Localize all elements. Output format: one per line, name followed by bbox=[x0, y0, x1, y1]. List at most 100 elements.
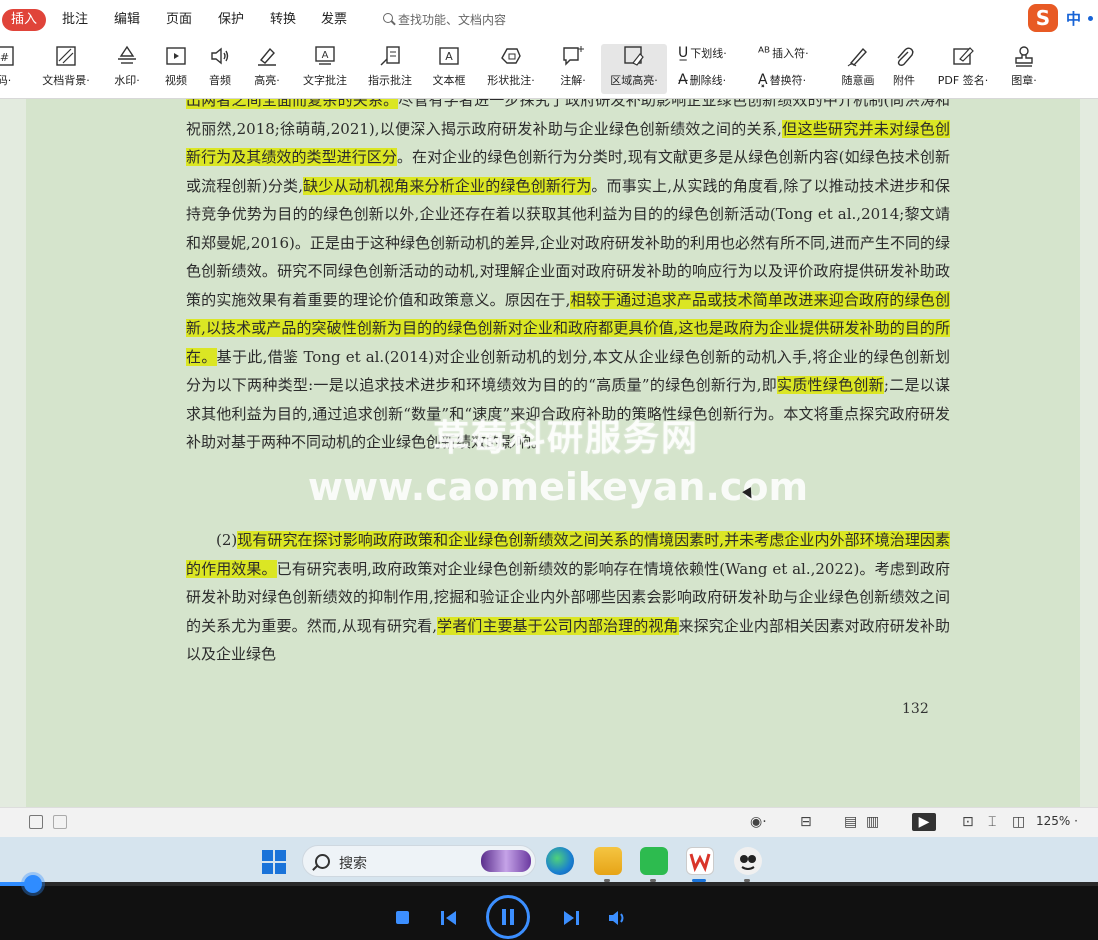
menu-protect-tab[interactable]: 保护 bbox=[218, 11, 244, 29]
previous-icon[interactable] bbox=[440, 909, 458, 931]
menu-bar: 插入 批注 编辑 页面 保护 转换 发票 查找功能、文档内容 S 中 bbox=[0, 0, 1098, 40]
watermark-icon bbox=[115, 44, 139, 68]
ime-dot-icon bbox=[1088, 16, 1093, 21]
replace-char-button[interactable]: A͓ 替换符· bbox=[758, 73, 806, 88]
status-bar: ◉· ⊟ ▤ ▥ ▶ ⊡ ⌶ ◫ 125% · bbox=[0, 807, 1098, 838]
svg-text:A: A bbox=[322, 50, 329, 61]
insert-char-icon: ᴬᴮ bbox=[758, 45, 771, 61]
menu-convert-tab[interactable]: 转换 bbox=[270, 11, 296, 29]
insert-char-button[interactable]: ᴬᴮ 插入符· bbox=[758, 46, 809, 61]
page-number-button[interactable]: # 码· bbox=[0, 44, 22, 94]
two-page-icon[interactable]: ▥ bbox=[866, 813, 879, 831]
search-icon bbox=[382, 12, 396, 26]
ime-indicator[interactable]: S 中 bbox=[1028, 2, 1098, 34]
windows-taskbar: 搜索 bbox=[0, 837, 1098, 885]
freehand-button[interactable]: 随意画 bbox=[836, 44, 880, 94]
highlighted-text: 学者们主要基于公司内部治理的视角 bbox=[437, 616, 679, 635]
menu-page-tab[interactable]: 页面 bbox=[166, 11, 192, 29]
freehand-icon bbox=[846, 44, 870, 68]
fit-page-icon[interactable]: ⌶ bbox=[988, 813, 996, 831]
annotation-icon bbox=[561, 44, 585, 68]
pdf-page: 出两者之间全面而复杂的关系。尽管有学者进一步探究了政府研发补助影响企业绿色创新绩… bbox=[26, 99, 1080, 807]
function-search[interactable]: 查找功能、文档内容 bbox=[382, 11, 506, 29]
insert-toolbar: # 码· 文档背景· 水印· 视频 音频 高亮· A 文字批注 指示批注 A 文… bbox=[0, 40, 1098, 99]
taskbar-search-box[interactable]: 搜索 bbox=[302, 845, 536, 877]
video-icon bbox=[164, 44, 188, 68]
video-player-controls bbox=[0, 875, 1098, 939]
pointer-comment-button[interactable]: 指示批注 bbox=[362, 44, 418, 94]
pause-icon[interactable] bbox=[486, 895, 530, 939]
progress-handle[interactable] bbox=[23, 875, 42, 893]
stop-icon[interactable] bbox=[396, 911, 409, 924]
windows-start-icon[interactable] bbox=[262, 850, 286, 874]
next-icon[interactable] bbox=[562, 909, 580, 931]
body-paragraph-2: (2)现有研究在探讨影响政府政策和企业绿色创新绩效之间关系的情境因素时,并未考虑… bbox=[186, 526, 950, 669]
document-viewport[interactable]: 出两者之间全面而复杂的关系。尽管有学者进一步探究了政府研发补助影响企业绿色创新绩… bbox=[0, 99, 1098, 807]
text-comment-button[interactable]: A 文字批注 bbox=[297, 44, 353, 94]
page-number-icon: # bbox=[0, 44, 16, 68]
pointer-comment-icon bbox=[378, 44, 402, 68]
wechat-icon[interactable] bbox=[640, 847, 668, 875]
fit-width-icon[interactable]: ◫ bbox=[1012, 813, 1025, 831]
taskbar-search-label: 搜索 bbox=[339, 856, 367, 872]
shape-comment-button[interactable]: 形状批注· bbox=[480, 44, 542, 94]
highlighted-text: 实质性绿色创新 bbox=[777, 376, 884, 394]
single-page-icon[interactable]: ⊟ bbox=[800, 813, 812, 831]
text-comment-icon: A bbox=[313, 44, 337, 68]
pdf-sign-button[interactable]: PDF 签名· bbox=[930, 44, 996, 94]
continuous-page-icon[interactable]: ▤ bbox=[844, 813, 857, 831]
strikethrough-icon: A̶ bbox=[678, 72, 688, 88]
area-highlight-button[interactable]: 区域高亮· bbox=[601, 44, 667, 94]
video-button[interactable]: 视频 bbox=[158, 44, 194, 94]
volume-icon[interactable] bbox=[608, 909, 628, 931]
progress-track[interactable] bbox=[0, 882, 1098, 886]
sogou-logo-icon: S bbox=[1028, 4, 1058, 32]
annotation-button[interactable]: 注解· bbox=[553, 44, 593, 94]
watermark-button[interactable]: 水印· bbox=[108, 44, 146, 94]
highlighted-text: 出两者之间全面而复杂的关系。 bbox=[186, 99, 399, 109]
highlighted-text: 缺少从动机视角来分析企业的绿色创新行为 bbox=[302, 176, 592, 195]
body-text: (2) bbox=[216, 531, 238, 549]
audio-button[interactable]: 音频 bbox=[202, 44, 238, 94]
stamp-button[interactable]: 图章· bbox=[1004, 44, 1044, 94]
menu-invoice-tab[interactable]: 发票 bbox=[321, 11, 347, 29]
watermark-text: 草莓科研服务网 bbox=[432, 418, 699, 459]
play-slideshow-icon[interactable]: ▶ bbox=[912, 813, 936, 831]
menu-comment-tab[interactable]: 批注 bbox=[62, 11, 88, 29]
pdf-sign-icon bbox=[951, 44, 975, 68]
wps-office-icon[interactable] bbox=[686, 847, 714, 875]
document-background-icon bbox=[54, 44, 78, 68]
menu-insert-tab[interactable]: 插入 bbox=[2, 9, 46, 31]
shape-comment-icon bbox=[499, 44, 523, 68]
underline-icon: U̲ bbox=[678, 45, 689, 61]
collapse-left-icon[interactable] bbox=[29, 815, 43, 829]
attachment-button[interactable]: 附件 bbox=[886, 44, 922, 94]
document-background-button[interactable]: 文档背景· bbox=[34, 44, 98, 94]
page-number: 132 bbox=[902, 701, 929, 717]
attachment-icon bbox=[892, 44, 916, 68]
highlight-icon bbox=[255, 44, 279, 68]
expand-right-icon[interactable] bbox=[53, 815, 67, 829]
textbox-button[interactable]: A 文本框 bbox=[428, 44, 470, 94]
recorder-app-icon[interactable] bbox=[734, 847, 762, 875]
area-highlight-icon bbox=[622, 44, 646, 68]
edge-browser-icon[interactable] bbox=[546, 847, 574, 875]
stamp-icon bbox=[1012, 44, 1036, 68]
file-explorer-icon[interactable] bbox=[594, 847, 622, 875]
audio-icon bbox=[208, 44, 232, 68]
strikethrough-button[interactable]: A̶ 删除线· bbox=[678, 73, 726, 88]
underline-button[interactable]: U̲ 下划线· bbox=[678, 46, 727, 61]
search-icon bbox=[315, 854, 330, 869]
search-highlight-art-icon bbox=[481, 850, 531, 872]
search-placeholder: 查找功能、文档内容 bbox=[398, 13, 507, 27]
menu-edit-tab[interactable]: 编辑 bbox=[114, 11, 140, 29]
zoom-level[interactable]: 125% · bbox=[1036, 814, 1078, 828]
textbox-icon: A bbox=[437, 44, 461, 68]
eye-protection-icon[interactable]: ◉· bbox=[750, 813, 767, 831]
highlight-button[interactable]: 高亮· bbox=[247, 44, 287, 94]
actual-size-icon[interactable]: ⊡ bbox=[962, 813, 974, 831]
svg-text:A: A bbox=[445, 50, 453, 63]
body-paragraph-1: 出两者之间全面而复杂的关系。尽管有学者进一步探究了政府研发补助影响企业绿色创新绩… bbox=[186, 99, 950, 457]
replace-char-icon: A͓ bbox=[758, 72, 768, 88]
body-text: 。而事实上,从实践的角度看,除了以推动技术进步和保持竞争优势为目的的绿色创新以外… bbox=[186, 176, 950, 309]
